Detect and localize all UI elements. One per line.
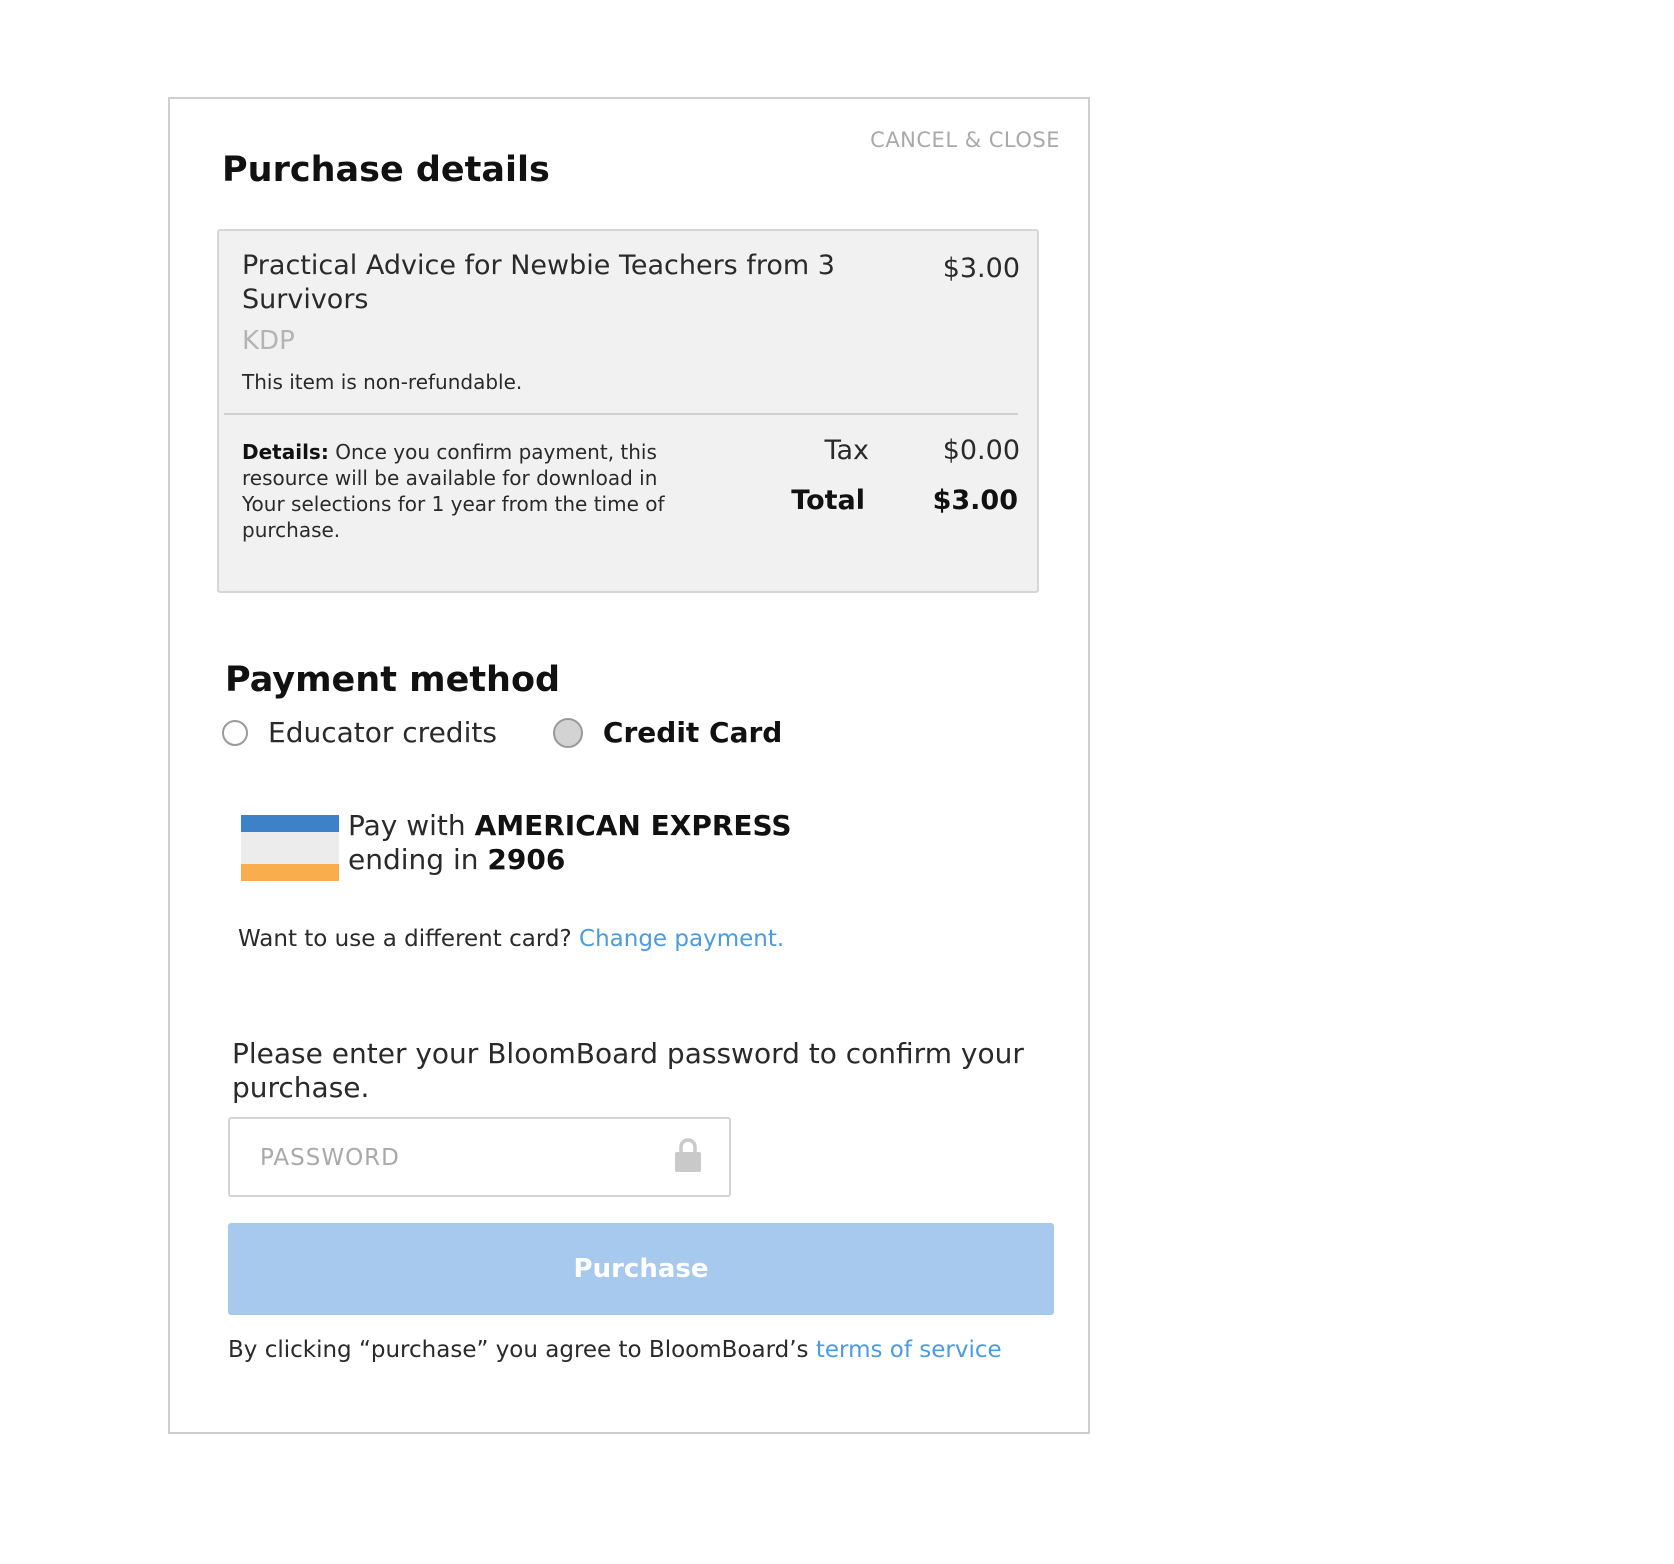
password-instructions: Please enter your BloomBoard password to… [232,1037,1024,1104]
change-prompt: Want to use a different card? [238,926,580,952]
total-label: Total [791,485,865,516]
change-payment-link[interactable]: Change payment. [579,926,784,952]
ending-in-text: ending in [348,843,488,876]
details-description: Details: Once you confirm payment, this … [242,439,702,543]
terms-prefix: By clicking “purchase” you agree to Bloo… [228,1337,816,1363]
cancel-close-link[interactable]: CANCEL & CLOSE [870,128,1060,152]
lock-icon [675,1138,701,1172]
card-brand: AMERICAN EXPRESS [474,809,792,842]
item-refund-note: This item is non-refundable. [242,370,523,394]
item-price: $3.00 [942,253,1020,284]
card-last4: 2906 [487,843,566,876]
order-summary: Practical Advice for Newbie Teachers fro… [217,229,1039,593]
item-vendor: KDP [242,326,295,356]
change-payment-line: Want to use a different card? Change pay… [238,926,784,952]
password-input[interactable] [258,1119,642,1197]
terms-line: By clicking “purchase” you agree to Bloo… [228,1337,1002,1363]
total-value: $3.00 [932,485,1018,516]
card-summary: Pay with AMERICAN EXPRESS ending in 2906 [348,809,792,877]
tax-label: Tax [824,435,869,466]
password-field[interactable] [228,1117,731,1197]
purchase-details-title: Purchase details [222,150,550,190]
credit-card-icon [241,815,339,881]
terms-of-service-link[interactable]: terms of service [816,1337,1002,1363]
purchase-button[interactable]: Purchase [228,1223,1054,1315]
credit-card-radio[interactable] [552,717,583,748]
credit-card-label[interactable]: Credit Card [603,716,782,749]
payment-method-options: Educator credits Credit Card [222,716,782,749]
details-label: Details: [242,440,329,464]
educator-credits-radio[interactable] [222,719,248,746]
payment-method-title: Payment method [225,660,561,700]
item-title: Practical Advice for Newbie Teachers fro… [242,250,835,315]
purchase-modal: CANCEL & CLOSE Purchase details Practica… [168,97,1090,1434]
educator-credits-label[interactable]: Educator credits [268,716,497,749]
tax-value: $0.00 [942,435,1020,466]
summary-divider [224,413,1018,415]
pay-with-text: Pay with [348,809,475,842]
